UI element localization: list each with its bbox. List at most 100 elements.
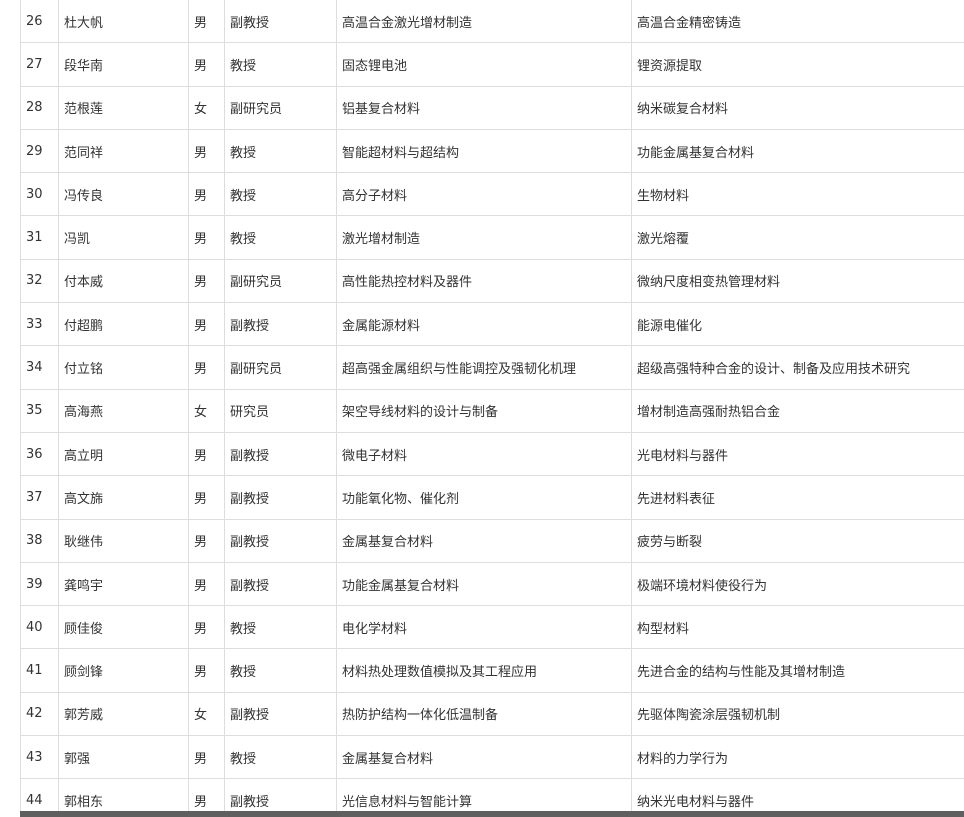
- cell-name: 付超鹏: [58, 302, 189, 347]
- cell-name: 付立铭: [58, 345, 189, 390]
- cell-direction-1: 功能金属基复合材料: [336, 561, 632, 607]
- cell-no: 33: [20, 302, 59, 347]
- cell-direction-1: 电化学材料: [336, 605, 632, 650]
- cell-gender: 男: [188, 0, 225, 44]
- cell-no: 27: [20, 42, 59, 87]
- cell-direction-2: 光电材料与器件: [631, 431, 964, 477]
- cell-title: 副教授: [224, 475, 337, 520]
- cell-name: 范根莲: [58, 85, 189, 130]
- table-row: 41 顾剑锋男教授 材料热处理数值模拟及其工程应用 先进合金的结构与性能及其增材制造: [20, 648, 964, 693]
- cell-title: 副研究员: [224, 85, 337, 130]
- cell-name: 高文旆: [58, 475, 189, 520]
- cell-direction-2: 先驱体陶瓷涂层强韧机制: [631, 691, 964, 737]
- table-row: 36 高立明男副教授 微电子材料 光电材料与器件: [20, 431, 964, 477]
- cell-name: 龚鸣宇: [58, 561, 189, 607]
- faculty-table: 26 杜大帆男副教授 高温合金激光增材制造 高温合金精密铸造 27 段华南男教授 固态锂电…: [20, 0, 964, 817]
- cell-no: 38: [20, 518, 59, 563]
- cell-gender: 男: [188, 475, 225, 520]
- cell-gender: 男: [188, 431, 225, 477]
- cell-no: 26: [20, 0, 59, 44]
- cell-no: 34: [20, 345, 59, 390]
- table-row: 31 冯凯男教授 激光增材制造 激光熔覆: [20, 215, 964, 260]
- cell-no: 43: [20, 735, 59, 780]
- cell-title: 教授: [224, 215, 337, 260]
- cell-name: 顾剑锋: [58, 648, 189, 693]
- cell-name: 顾佳俊: [58, 605, 189, 650]
- cell-direction-2: 先进合金的结构与性能及其增材制造: [631, 648, 964, 693]
- cell-gender: 男: [188, 302, 225, 347]
- cell-direction-1: 智能超材料与超结构: [336, 128, 632, 174]
- table-row: 38 耿继伟男副教授 金属基复合材料 疲劳与断裂: [20, 518, 964, 563]
- cell-gender: 男: [188, 605, 225, 650]
- table-row: 28 范根莲女副研究员 铝基复合材料 纳米碳复合材料: [20, 85, 964, 130]
- cell-gender: 男: [188, 258, 225, 304]
- cell-direction-2: 疲劳与断裂: [631, 518, 964, 563]
- cell-gender: 男: [188, 42, 225, 87]
- cell-direction-2: 极端环境材料使役行为: [631, 561, 964, 607]
- cell-gender: 女: [188, 388, 225, 433]
- cell-gender: 男: [188, 345, 225, 390]
- cell-direction-2: 高温合金精密铸造: [631, 0, 964, 44]
- cell-no: 40: [20, 605, 59, 650]
- cell-name: 郭芳威: [58, 691, 189, 737]
- cell-gender: 男: [188, 172, 225, 217]
- cell-direction-2: 激光熔覆: [631, 215, 964, 260]
- cell-gender: 男: [188, 128, 225, 174]
- cell-direction-1: 铝基复合材料: [336, 85, 632, 130]
- table-row: 29 范同祥男教授 智能超材料与超结构 功能金属基复合材料: [20, 128, 964, 174]
- table-row: 26 杜大帆男副教授 高温合金激光增材制造 高温合金精密铸造: [20, 0, 964, 44]
- cell-no: 39: [20, 561, 59, 607]
- cell-name: 冯传良: [58, 172, 189, 217]
- cell-no: 35: [20, 388, 59, 433]
- cell-direction-2: 纳米碳复合材料: [631, 85, 964, 130]
- cell-name: 范同祥: [58, 128, 189, 174]
- cell-no: 32: [20, 258, 59, 304]
- cell-no: 30: [20, 172, 59, 217]
- cell-no: 42: [20, 691, 59, 737]
- cell-direction-2: 微纳尺度相变热管理材料: [631, 258, 964, 304]
- table-row: 40 顾佳俊男教授 电化学材料 构型材料: [20, 605, 964, 650]
- cell-title: 教授: [224, 648, 337, 693]
- table-row: 43 郭强男教授 金属基复合材料 材料的力学行为: [20, 735, 964, 780]
- cell-name: 杜大帆: [58, 0, 189, 44]
- cell-title: 教授: [224, 172, 337, 217]
- cell-direction-1: 金属基复合材料: [336, 735, 632, 780]
- cell-no: 31: [20, 215, 59, 260]
- faculty-table-body: 26 杜大帆男副教授 高温合金激光增材制造 高温合金精密铸造 27 段华南男教授 固态锂电…: [20, 0, 964, 817]
- table-row: 35 高海燕女研究员 架空导线材料的设计与制备 增材制造高强耐热铝合金: [20, 388, 964, 433]
- cell-gender: 男: [188, 518, 225, 563]
- table-row: 42 郭芳威女副教授 热防护结构一体化低温制备 先驱体陶瓷涂层强韧机制: [20, 691, 964, 737]
- cell-direction-2: 增材制造高强耐热铝合金: [631, 388, 964, 433]
- cell-name: 高海燕: [58, 388, 189, 433]
- table-row: 30 冯传良男教授 高分子材料 生物材料: [20, 172, 964, 217]
- cell-gender: 女: [188, 85, 225, 130]
- cell-gender: 女: [188, 691, 225, 737]
- table-row: 37 高文旆男副教授 功能氧化物、催化剂 先进材料表征: [20, 475, 964, 520]
- table-row: 33 付超鹏男副教授 金属能源材料 能源电催化: [20, 302, 964, 347]
- cell-direction-1: 架空导线材料的设计与制备: [336, 388, 632, 433]
- cell-title: 副教授: [224, 0, 337, 44]
- cell-name: 郭强: [58, 735, 189, 780]
- cell-gender: 男: [188, 215, 225, 260]
- cell-direction-1: 高性能热控材料及器件: [336, 258, 632, 304]
- cell-title: 副教授: [224, 561, 337, 607]
- cell-direction-1: 微电子材料: [336, 431, 632, 477]
- cell-direction-2: 超级高强特种合金的设计、制备及应用技术研究: [631, 345, 964, 390]
- cell-direction-2: 材料的力学行为: [631, 735, 964, 780]
- cell-title: 教授: [224, 42, 337, 87]
- cell-direction-1: 功能氧化物、催化剂: [336, 475, 632, 520]
- cell-direction-1: 超高强金属组织与性能调控及强韧化机理: [336, 345, 632, 390]
- cell-title: 教授: [224, 605, 337, 650]
- cell-no: 36: [20, 431, 59, 477]
- cell-gender: 男: [188, 735, 225, 780]
- cell-direction-1: 高温合金激光增材制造: [336, 0, 632, 44]
- cell-direction-2: 锂资源提取: [631, 42, 964, 87]
- cell-title: 副教授: [224, 691, 337, 737]
- table-row: 27 段华南男教授 固态锂电池 锂资源提取: [20, 42, 964, 87]
- cell-title: 副教授: [224, 518, 337, 563]
- cell-direction-1: 材料热处理数值模拟及其工程应用: [336, 648, 632, 693]
- cell-title: 教授: [224, 128, 337, 174]
- horizontal-scrollbar[interactable]: [20, 811, 964, 817]
- cell-title: 研究员: [224, 388, 337, 433]
- cell-name: 付本威: [58, 258, 189, 304]
